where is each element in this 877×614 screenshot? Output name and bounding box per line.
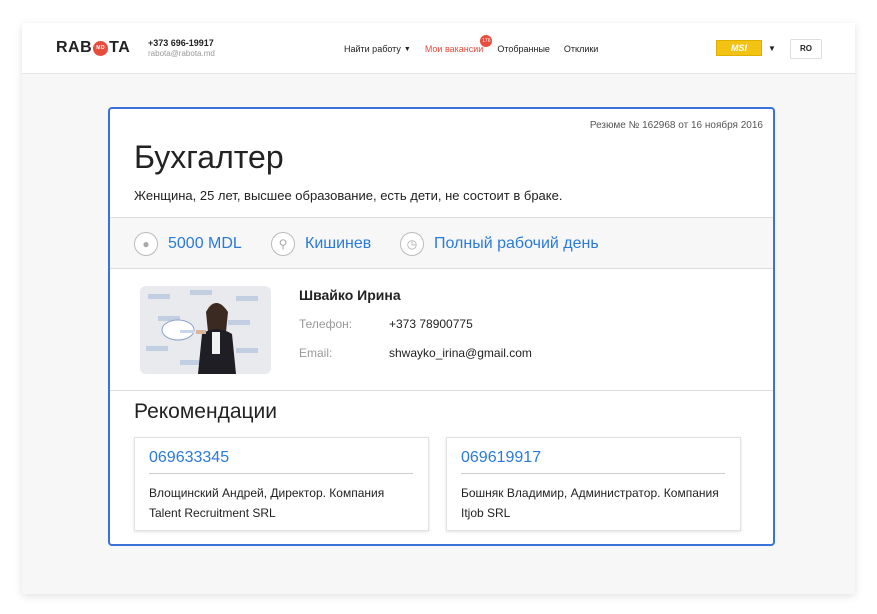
city-info: ⚲ Кишинев xyxy=(271,232,371,256)
recommendation-phone[interactable]: 069633345 xyxy=(149,449,229,467)
salary-info: ● 5000 MDL xyxy=(134,232,242,256)
nav-find-job-label: Найти работу xyxy=(344,44,401,54)
recommendation-text: Влощинский Андрей, Директор. Компания Ta… xyxy=(149,486,385,520)
clock-icon: ◷ xyxy=(400,232,424,256)
nav-responses[interactable]: Отклики xyxy=(564,44,598,54)
resume-card: Резюме № 162968 от 16 ноября 2016 Бухгал… xyxy=(108,107,775,546)
header: RAB MD TA +373 696-19917 rabota@rabota.m… xyxy=(22,23,855,74)
schedule-value: Полный рабочий день xyxy=(434,235,599,252)
chevron-down-icon: ▼ xyxy=(403,45,411,53)
main-nav: Найти работу ▼ Мои вакансии 176 Отобранн… xyxy=(344,35,612,54)
rabota-logo[interactable]: RAB MD TA xyxy=(56,39,130,57)
phone-label: Телефон: xyxy=(299,317,353,331)
recommendation-card: 069619917 Бошняк Владимир, Администратор… xyxy=(446,437,741,531)
header-phone[interactable]: +373 696-19917 xyxy=(148,38,215,48)
salary-value: 5000 MDL xyxy=(168,235,242,252)
location-pin-icon: ⚲ xyxy=(271,232,295,256)
email-value[interactable]: shwayko_irina@gmail.com xyxy=(389,346,532,360)
language-switch-button[interactable]: RO xyxy=(790,39,822,59)
logo-text-left: RAB xyxy=(56,39,93,56)
recommendation-divider xyxy=(149,473,413,474)
email-label: Email: xyxy=(299,346,333,360)
recommendation-text: Бошняк Владимир, Администратор. Компания… xyxy=(461,486,719,520)
header-email[interactable]: rabota@rabota.md xyxy=(148,49,215,58)
chevron-down-icon[interactable]: ▼ xyxy=(768,44,776,53)
logo-dot-text: MD xyxy=(96,44,106,51)
nav-find-job[interactable]: Найти работу ▼ xyxy=(344,44,411,54)
header-contact: +373 696-19917 rabota@rabota.md xyxy=(148,38,215,58)
vacancies-count-badge: 176 xyxy=(480,35,493,47)
schedule-info: ◷ Полный рабочий день xyxy=(400,232,599,256)
section-divider xyxy=(110,390,773,391)
nav-responses-label: Отклики xyxy=(563,44,599,54)
recommendation-card: 069633345 Влощинский Андрей, Директор. К… xyxy=(134,437,429,531)
candidate-photo xyxy=(140,286,271,374)
resume-number: Резюме № 162968 от 16 ноября 2016 xyxy=(589,120,763,131)
nav-my-vacancies[interactable]: Мои вакансии 176 xyxy=(424,35,493,54)
recommendations-title: Рекомендации xyxy=(134,400,278,423)
recommendation-divider xyxy=(461,473,725,474)
nav-selected[interactable]: Отобранные xyxy=(497,44,550,54)
city-value: Кишинев xyxy=(305,235,372,252)
coins-icon: ● xyxy=(134,232,158,256)
nav-my-vacancies-label: Мои вакансии xyxy=(424,44,484,54)
company-logo-button[interactable]: MSI xyxy=(716,40,762,56)
logo-text-right: TA xyxy=(109,39,131,56)
resume-info-bar: ● 5000 MDL ⚲ Кишинев ◷ Полный рабочий де… xyxy=(110,217,773,269)
resume-title: Бухгалтер xyxy=(134,139,284,175)
logo-dot: MD xyxy=(93,40,109,56)
recommendation-phone[interactable]: 069619917 xyxy=(461,449,541,467)
resume-subtitle: Женщина, 25 лет, высшее образование, ест… xyxy=(134,188,563,203)
phone-value[interactable]: +373 78900775 xyxy=(389,317,473,331)
candidate-name: Швайко Ирина xyxy=(299,287,401,303)
nav-selected-label: Отобранные xyxy=(497,44,550,54)
